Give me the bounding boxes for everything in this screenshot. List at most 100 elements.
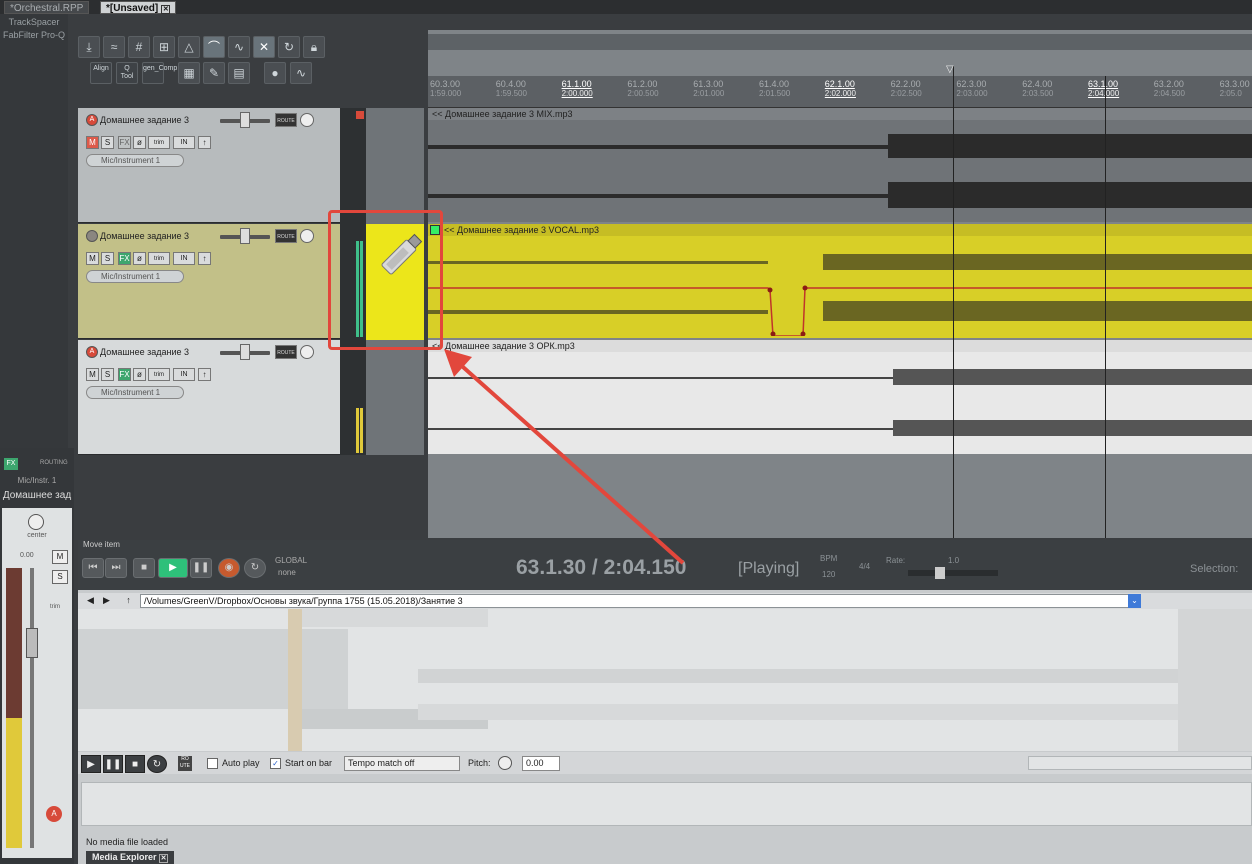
stop-icon[interactable]: ■ — [133, 558, 155, 578]
gencomp-button[interactable]: gen_Comp — [142, 62, 177, 84]
media-item-vocal[interactable]: << Домашнее задание 3 VOCAL.mp3 — [428, 224, 1252, 338]
preview-play-icon[interactable]: ▶ — [81, 755, 101, 773]
solo-button[interactable]: S — [101, 136, 114, 149]
volume-fader-thumb[interactable] — [240, 228, 250, 244]
io-button[interactable]: IN — [173, 252, 195, 265]
fx-button[interactable]: FX — [118, 368, 131, 381]
fx-button[interactable]: FX — [118, 252, 131, 265]
phase-icon[interactable]: ø — [133, 368, 146, 381]
preview-pause-icon[interactable]: ❚❚ — [103, 755, 123, 773]
preview-route-button[interactable]: RO UTE — [178, 756, 192, 771]
track-panel-3[interactable]: A Домашнее задание 3 ROUTE M S FX ø trim… — [78, 340, 340, 455]
route-button[interactable]: ROUTE — [275, 345, 297, 359]
trim-button[interactable]: trim — [148, 136, 170, 149]
mixer-track-name[interactable]: Домашнее зад — [0, 490, 74, 501]
route-button[interactable]: ROUTE — [275, 229, 297, 243]
track-name[interactable]: Домашнее задание 3 — [100, 346, 218, 358]
tempo-match-select[interactable]: Tempo match off — [344, 756, 460, 771]
list-item[interactable] — [288, 609, 488, 627]
snap-icon[interactable]: ⊞ — [153, 36, 175, 58]
phase-icon[interactable]: ø — [133, 252, 146, 265]
io-button[interactable]: IN — [173, 136, 195, 149]
routing-button[interactable]: ROUTING — [40, 460, 68, 466]
mute-button[interactable]: M — [86, 136, 99, 149]
crossfade-icon[interactable]: ✕ — [253, 36, 275, 58]
fx-proq[interactable]: FabFilter Pro-Q — [0, 30, 68, 40]
mixer-fx-button[interactable]: FX — [4, 458, 18, 470]
close-icon[interactable]: ✕ — [161, 5, 171, 14]
list-item[interactable] — [78, 629, 348, 709]
record-icon[interactable]: ◉ — [218, 558, 240, 578]
fx-button[interactable]: FX — [118, 136, 131, 149]
go-end-icon[interactable]: ⏭ — [105, 558, 127, 578]
microphone-icon[interactable]: ● — [264, 62, 286, 84]
preview-repeat-icon[interactable]: ↻ — [147, 755, 167, 773]
volume-fader-thumb[interactable] — [240, 112, 250, 128]
trim-button[interactable]: trim — [148, 368, 170, 381]
lane-vocal[interactable]: << Домашнее задание 3 VOCAL.mp3 — [428, 224, 1252, 340]
fx-trackspacer[interactable]: TrackSpacer — [0, 17, 68, 27]
time-signature[interactable]: 4/4 — [859, 562, 870, 571]
back-icon[interactable]: ◀ — [84, 594, 97, 608]
preview-stop-icon[interactable]: ■ — [125, 755, 145, 773]
mute-button[interactable]: M — [86, 252, 99, 265]
color-icon[interactable]: ▦ — [178, 62, 200, 84]
global-mode[interactable]: none — [278, 568, 296, 577]
pan-knob[interactable] — [28, 514, 44, 530]
list-item[interactable] — [418, 704, 1238, 720]
input-selector[interactable]: Mic/Instrument 1 — [86, 270, 184, 283]
mixer-fader-track[interactable] — [30, 568, 34, 848]
parent-folder-icon[interactable]: ↑ — [122, 594, 135, 608]
timeline-ruler[interactable]: 60.3.00 1:59.000 60.4.00 1:59.500 61.1.00 2:0… — [428, 76, 1252, 108]
undo-icon[interactable]: ⤓ — [78, 36, 100, 58]
play-icon[interactable]: ▶ — [158, 558, 188, 578]
input-selector[interactable]: Mic/Instrument 1 — [86, 386, 184, 399]
qtool-button[interactable]: Q Tool — [116, 62, 138, 84]
solo-button[interactable]: S — [101, 252, 114, 265]
volume-fader-thumb[interactable] — [240, 344, 250, 360]
env-icon[interactable]: ↑ — [198, 252, 211, 265]
forward-icon[interactable]: ▶ — [100, 594, 113, 608]
paint-icon[interactable]: ✎ — [203, 62, 225, 84]
record-arm-icon[interactable] — [86, 230, 98, 242]
grid-icon[interactable]: # — [128, 36, 150, 58]
solo-button[interactable]: S — [101, 368, 114, 381]
input-selector[interactable]: Mic/Instrument 1 — [86, 154, 184, 167]
env-icon[interactable]: ↑ — [198, 368, 211, 381]
loop-icon[interactable]: ↻ — [278, 36, 300, 58]
tab-unsaved[interactable]: *[Unsaved] ✕ — [100, 1, 177, 14]
mixer-input[interactable]: Mic/Instr. 1 — [0, 476, 74, 485]
go-start-icon[interactable]: ⏮ — [82, 558, 104, 578]
media-explorer-tab[interactable]: Media Explorer ✕ — [86, 851, 175, 864]
chart-icon[interactable]: ▤ — [228, 62, 250, 84]
bpm-value[interactable]: 120 — [822, 570, 835, 579]
pitch-input[interactable]: 0.00 — [522, 756, 560, 771]
preview-volume-slider[interactable] — [1028, 756, 1252, 770]
lock-icon[interactable]: 🔒︎ — [303, 36, 325, 58]
pitch-knob[interactable] — [498, 756, 512, 770]
record-arm-icon[interactable]: A — [86, 346, 98, 358]
auto-play-checkbox[interactable] — [207, 758, 218, 769]
list-item[interactable] — [418, 669, 1238, 683]
mixer-record-arm-icon[interactable]: A — [46, 806, 62, 822]
env-icon[interactable]: ↑ — [198, 136, 211, 149]
rate-slider-thumb[interactable] — [935, 567, 945, 579]
track-name[interactable]: Домашнее задание 3 — [100, 230, 218, 242]
trim-button[interactable]: trim — [148, 252, 170, 265]
repeat-icon[interactable]: ↻ — [244, 558, 266, 578]
record-arm-icon[interactable]: A — [86, 114, 98, 126]
mixer-solo-button[interactable]: S — [52, 570, 68, 584]
metronome-icon[interactable]: △ — [178, 36, 200, 58]
tab-orchestral[interactable]: *Orchestral.RPP — [4, 1, 90, 14]
rate-slider[interactable] — [908, 570, 998, 576]
pan-knob[interactable] — [300, 113, 314, 127]
pan-knob[interactable] — [300, 345, 314, 359]
mute-button[interactable]: M — [86, 368, 99, 381]
automation-icon[interactable]: ∿ — [228, 36, 250, 58]
phase-icon[interactable]: ø — [133, 136, 146, 149]
media-item-mix[interactable]: << Домашнее задание 3 MIX.mp3 — [428, 108, 1252, 222]
align-button[interactable]: Align — [90, 62, 112, 84]
close-icon[interactable]: ✕ — [159, 854, 169, 863]
start-on-bar-checkbox[interactable]: ✓ — [270, 758, 281, 769]
track-panel-2[interactable]: Домашнее задание 3 ROUTE M S FX ø trim I… — [78, 224, 340, 339]
